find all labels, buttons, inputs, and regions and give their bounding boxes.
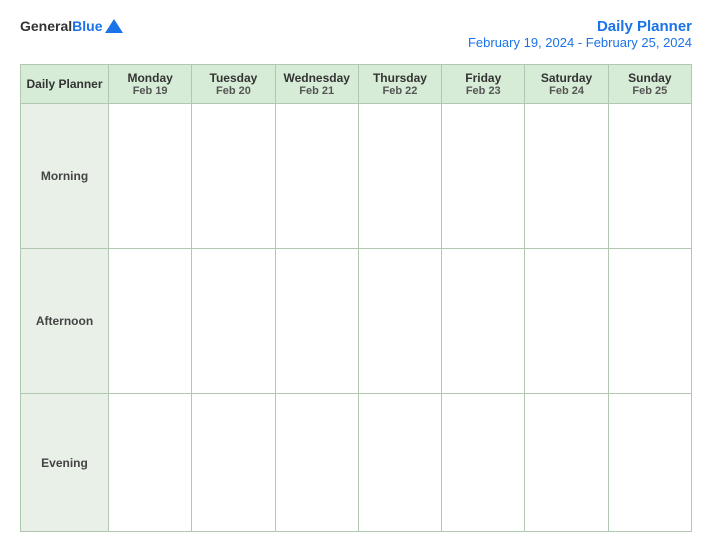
logo-icon: [105, 19, 123, 33]
cell-monday-evening[interactable]: [109, 394, 192, 532]
date-range: February 19, 2024 - February 25, 2024: [468, 35, 692, 50]
label-evening: Evening: [21, 394, 109, 532]
logo-text: GeneralBlue: [20, 18, 102, 34]
table-row-evening: Evening: [21, 394, 692, 532]
cell-friday-afternoon[interactable]: [442, 249, 525, 394]
cell-monday-morning[interactable]: [109, 104, 192, 249]
cell-saturday-evening[interactable]: [525, 394, 608, 532]
cell-wednesday-afternoon[interactable]: [275, 249, 358, 394]
cell-sunday-evening[interactable]: [608, 394, 691, 532]
table-header-row: Daily Planner Monday Feb 19 Tuesday Feb …: [21, 65, 692, 104]
table-row-afternoon: Afternoon: [21, 249, 692, 394]
planner-title: Daily Planner: [468, 18, 692, 35]
title-area: Daily Planner February 19, 2024 - Februa…: [468, 18, 692, 50]
col-thursday: Thursday Feb 22: [358, 65, 441, 104]
col-wednesday: Wednesday Feb 21: [275, 65, 358, 104]
page: GeneralBlue Daily Planner February 19, 2…: [0, 0, 712, 550]
header: GeneralBlue Daily Planner February 19, 2…: [20, 18, 692, 50]
cell-friday-evening[interactable]: [442, 394, 525, 532]
logo-area: GeneralBlue: [20, 18, 123, 34]
cell-friday-morning[interactable]: [442, 104, 525, 249]
calendar-table: Daily Planner Monday Feb 19 Tuesday Feb …: [20, 64, 692, 532]
cell-thursday-evening[interactable]: [358, 394, 441, 532]
table-header-label: Daily Planner: [21, 65, 109, 104]
cell-wednesday-morning[interactable]: [275, 104, 358, 249]
cell-saturday-afternoon[interactable]: [525, 249, 608, 394]
cell-monday-afternoon[interactable]: [109, 249, 192, 394]
col-monday: Monday Feb 19: [109, 65, 192, 104]
cell-tuesday-afternoon[interactable]: [192, 249, 275, 394]
cell-wednesday-evening[interactable]: [275, 394, 358, 532]
table-row-morning: Morning: [21, 104, 692, 249]
cell-thursday-morning[interactable]: [358, 104, 441, 249]
label-morning: Morning: [21, 104, 109, 249]
col-tuesday: Tuesday Feb 20: [192, 65, 275, 104]
cell-sunday-afternoon[interactable]: [608, 249, 691, 394]
label-afternoon: Afternoon: [21, 249, 109, 394]
cell-thursday-afternoon[interactable]: [358, 249, 441, 394]
cell-sunday-morning[interactable]: [608, 104, 691, 249]
col-friday: Friday Feb 23: [442, 65, 525, 104]
cell-tuesday-evening[interactable]: [192, 394, 275, 532]
cell-saturday-morning[interactable]: [525, 104, 608, 249]
cell-tuesday-morning[interactable]: [192, 104, 275, 249]
col-sunday: Sunday Feb 25: [608, 65, 691, 104]
col-saturday: Saturday Feb 24: [525, 65, 608, 104]
